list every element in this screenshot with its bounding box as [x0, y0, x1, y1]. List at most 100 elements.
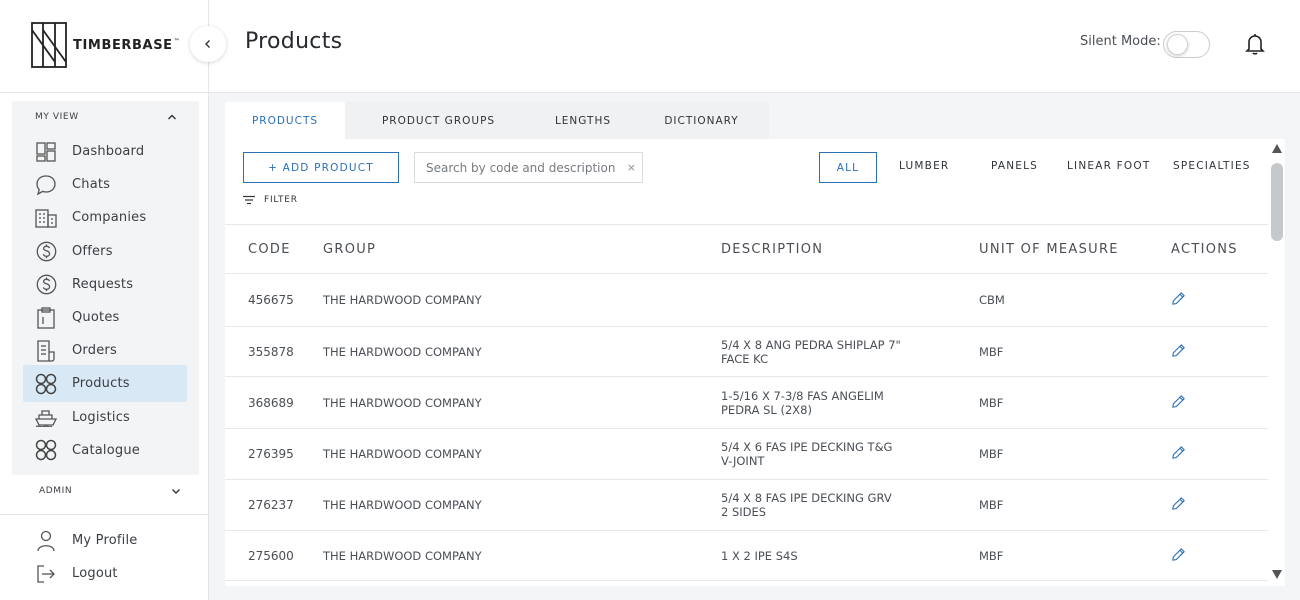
description-line: FACE KC	[721, 351, 769, 366]
cell-unit-of-measure: MBF	[979, 479, 1171, 531]
cell-actions	[1171, 376, 1269, 429]
description-line: 5/4 X 6 FAS IPE DECKING T&G	[721, 440, 893, 454]
search-input[interactable]	[426, 160, 626, 175]
edit-pencil-icon[interactable]	[1171, 291, 1187, 307]
products-panel: + ADD PRODUCT × ALL LUMBER PANELS LINEAR…	[225, 139, 1285, 586]
description-line: PEDRA SL (2X8)	[721, 402, 812, 417]
cell-description: 1-5/16 X 7-3/8 FAS ANGELIM PEDRA SL (2X8)	[721, 376, 979, 429]
scrollbar-thumb[interactable]	[1271, 163, 1283, 241]
cell-description: 5/4 X 8 FAS IPE DECKING GRV 2 SIDES	[721, 479, 979, 531]
admin-label: ADMIN	[39, 486, 73, 496]
cell-description: 1 X 2 IPE S4S	[721, 530, 979, 581]
description-line: 1 X 2 IPE S4S	[721, 548, 798, 563]
search-box: ×	[414, 152, 643, 183]
silent-mode-label: Silent Mode:	[1080, 34, 1161, 49]
sidebar-item-chats[interactable]: Chats	[23, 166, 187, 203]
tab-products[interactable]: PRODUCTS	[225, 102, 345, 139]
column-header-code[interactable]: CODE	[225, 224, 323, 274]
category-filter-lumber[interactable]: LUMBER	[899, 160, 949, 172]
chevron-left-icon	[205, 40, 210, 48]
category-filter-panels[interactable]: PANELS	[991, 160, 1038, 172]
cell-unit-of-measure: CBM	[979, 273, 1171, 327]
cell-unit-of-measure: MBF	[979, 326, 1171, 377]
tab-bar: PRODUCTS PRODUCT GROUPS LENGTHS DICTIONA…	[225, 102, 769, 139]
cell-group: THE HARDWOOD COMPANY	[323, 530, 721, 581]
sidebar-item-label: Requests	[72, 276, 134, 292]
sidebar-item-my-profile[interactable]: My Profile	[23, 522, 187, 559]
cell-group: THE HARDWOOD COMPANY	[323, 326, 721, 377]
column-header-group[interactable]: GROUP	[323, 224, 721, 274]
description-line: 5/4 X 8 FAS IPE DECKING GRV	[721, 491, 892, 505]
tab-lengths[interactable]: LENGTHS	[532, 102, 634, 139]
sidebar-item-dashboard[interactable]: Dashboard	[23, 133, 187, 170]
sidebar-item-requests[interactable]: Requests	[23, 266, 187, 303]
sidebar-item-products[interactable]: Products	[23, 365, 187, 403]
vertical-scrollbar[interactable]	[1268, 139, 1285, 586]
cell-actions	[1171, 428, 1269, 480]
brand-logo[interactable]: TIMBERBASE™	[31, 22, 180, 68]
table-row[interactable]: 355878 THE HARDWOOD COMPANY 5/4 X 8 ANG PE…	[225, 326, 1269, 377]
clear-search-icon[interactable]: ×	[627, 161, 636, 174]
description-line: V-JOINT	[721, 454, 765, 468]
filter-label: FILTER	[264, 195, 298, 205]
bell-icon[interactable]	[1243, 32, 1267, 56]
silent-mode-toggle[interactable]	[1163, 31, 1210, 58]
cell-actions	[1171, 326, 1269, 377]
sidebar-item-label: Orders	[72, 343, 117, 359]
tab-product-groups[interactable]: PRODUCT GROUPS	[345, 102, 532, 139]
sidebar-item-orders[interactable]: Orders	[23, 332, 187, 369]
table-row[interactable]: 368689 THE HARDWOOD COMPANY 1-5/16 X 7-3/8…	[225, 376, 1269, 429]
cell-description: 5/4 X 8 ANG PEDRA SHIPLAP 7" FACE KC	[721, 326, 979, 377]
sidebar-item-logistics[interactable]: Logistics	[23, 399, 187, 436]
clipboard-icon	[35, 306, 57, 329]
collapse-sidebar-button[interactable]	[190, 26, 226, 62]
tab-dictionary[interactable]: DICTIONARY	[634, 102, 769, 139]
cell-actions	[1171, 530, 1269, 581]
my-view-header[interactable]: MY VIEW	[35, 112, 177, 122]
table-row[interactable]: 456675 THE HARDWOOD COMPANY CBM	[225, 273, 1269, 327]
category-filter-specialties[interactable]: SPECIALTIES	[1173, 160, 1251, 172]
sidebar-item-label: Products	[72, 376, 130, 392]
dashboard-icon	[35, 141, 57, 163]
scroll-down-arrow-icon[interactable]	[1272, 570, 1282, 579]
sidebar-item-quotes[interactable]: Quotes	[23, 299, 187, 336]
edit-pencil-icon[interactable]	[1171, 343, 1187, 359]
category-filter-all[interactable]: ALL	[819, 152, 877, 183]
column-header-description[interactable]: DESCRIPTION	[721, 224, 979, 274]
table-row[interactable]: 276395 THE HARDWOOD COMPANY 5/4 X 6 FAS IP…	[225, 428, 1269, 480]
cell-description: 5/4 X 6 FAS IPE DECKING T&G V-JOINT	[721, 428, 979, 480]
column-header-unit-of-measure[interactable]: UNIT OF MEASURE	[979, 224, 1171, 274]
document-list-icon	[35, 340, 57, 362]
sidebar-item-label: Logout	[72, 566, 118, 581]
cell-code: 276237	[225, 479, 323, 531]
cell-unit-of-measure: MBF	[979, 376, 1171, 429]
scroll-up-arrow-icon[interactable]	[1272, 144, 1282, 153]
sidebar-item-label: Dashboard	[72, 144, 145, 159]
cell-unit-of-measure: MBF	[979, 530, 1171, 581]
logout-icon	[35, 563, 57, 585]
edit-pencil-icon[interactable]	[1171, 394, 1187, 410]
admin-header[interactable]: ADMIN	[39, 486, 181, 496]
edit-pencil-icon[interactable]	[1171, 445, 1187, 461]
sidebar-item-catalogue[interactable]: Catalogue	[23, 432, 187, 469]
dollar-circle-icon	[35, 273, 57, 295]
cell-code: 355878	[225, 326, 323, 377]
add-product-button[interactable]: + ADD PRODUCT	[243, 152, 399, 183]
sidebar-item-label: Companies	[72, 210, 147, 226]
sidebar-item-offers[interactable]: Offers	[23, 233, 187, 270]
table-row[interactable]: 275600 THE HARDWOOD COMPANY 1 X 2 IPE S4S M…	[225, 530, 1269, 581]
sidebar-divider	[0, 92, 209, 93]
filter-button[interactable]: FILTER	[243, 195, 298, 205]
products-grid-icon	[35, 373, 57, 395]
category-filter-linear-foot[interactable]: LINEAR FOOT	[1067, 160, 1150, 172]
cell-description	[721, 273, 979, 327]
table-row[interactable]: 276237 THE HARDWOOD COMPANY 5/4 X 8 FAS IP…	[225, 479, 1269, 531]
sidebar-item-companies[interactable]: Companies	[23, 199, 187, 236]
products-table: CODE GROUP DESCRIPTION UNIT OF MEASURE A…	[225, 224, 1269, 581]
edit-pencil-icon[interactable]	[1171, 547, 1187, 563]
sidebar-item-logout[interactable]: Logout	[23, 555, 187, 592]
building-icon	[35, 207, 57, 229]
chevron-up-icon	[168, 114, 176, 120]
edit-pencil-icon[interactable]	[1171, 496, 1187, 512]
dollar-circle-icon	[35, 240, 57, 262]
